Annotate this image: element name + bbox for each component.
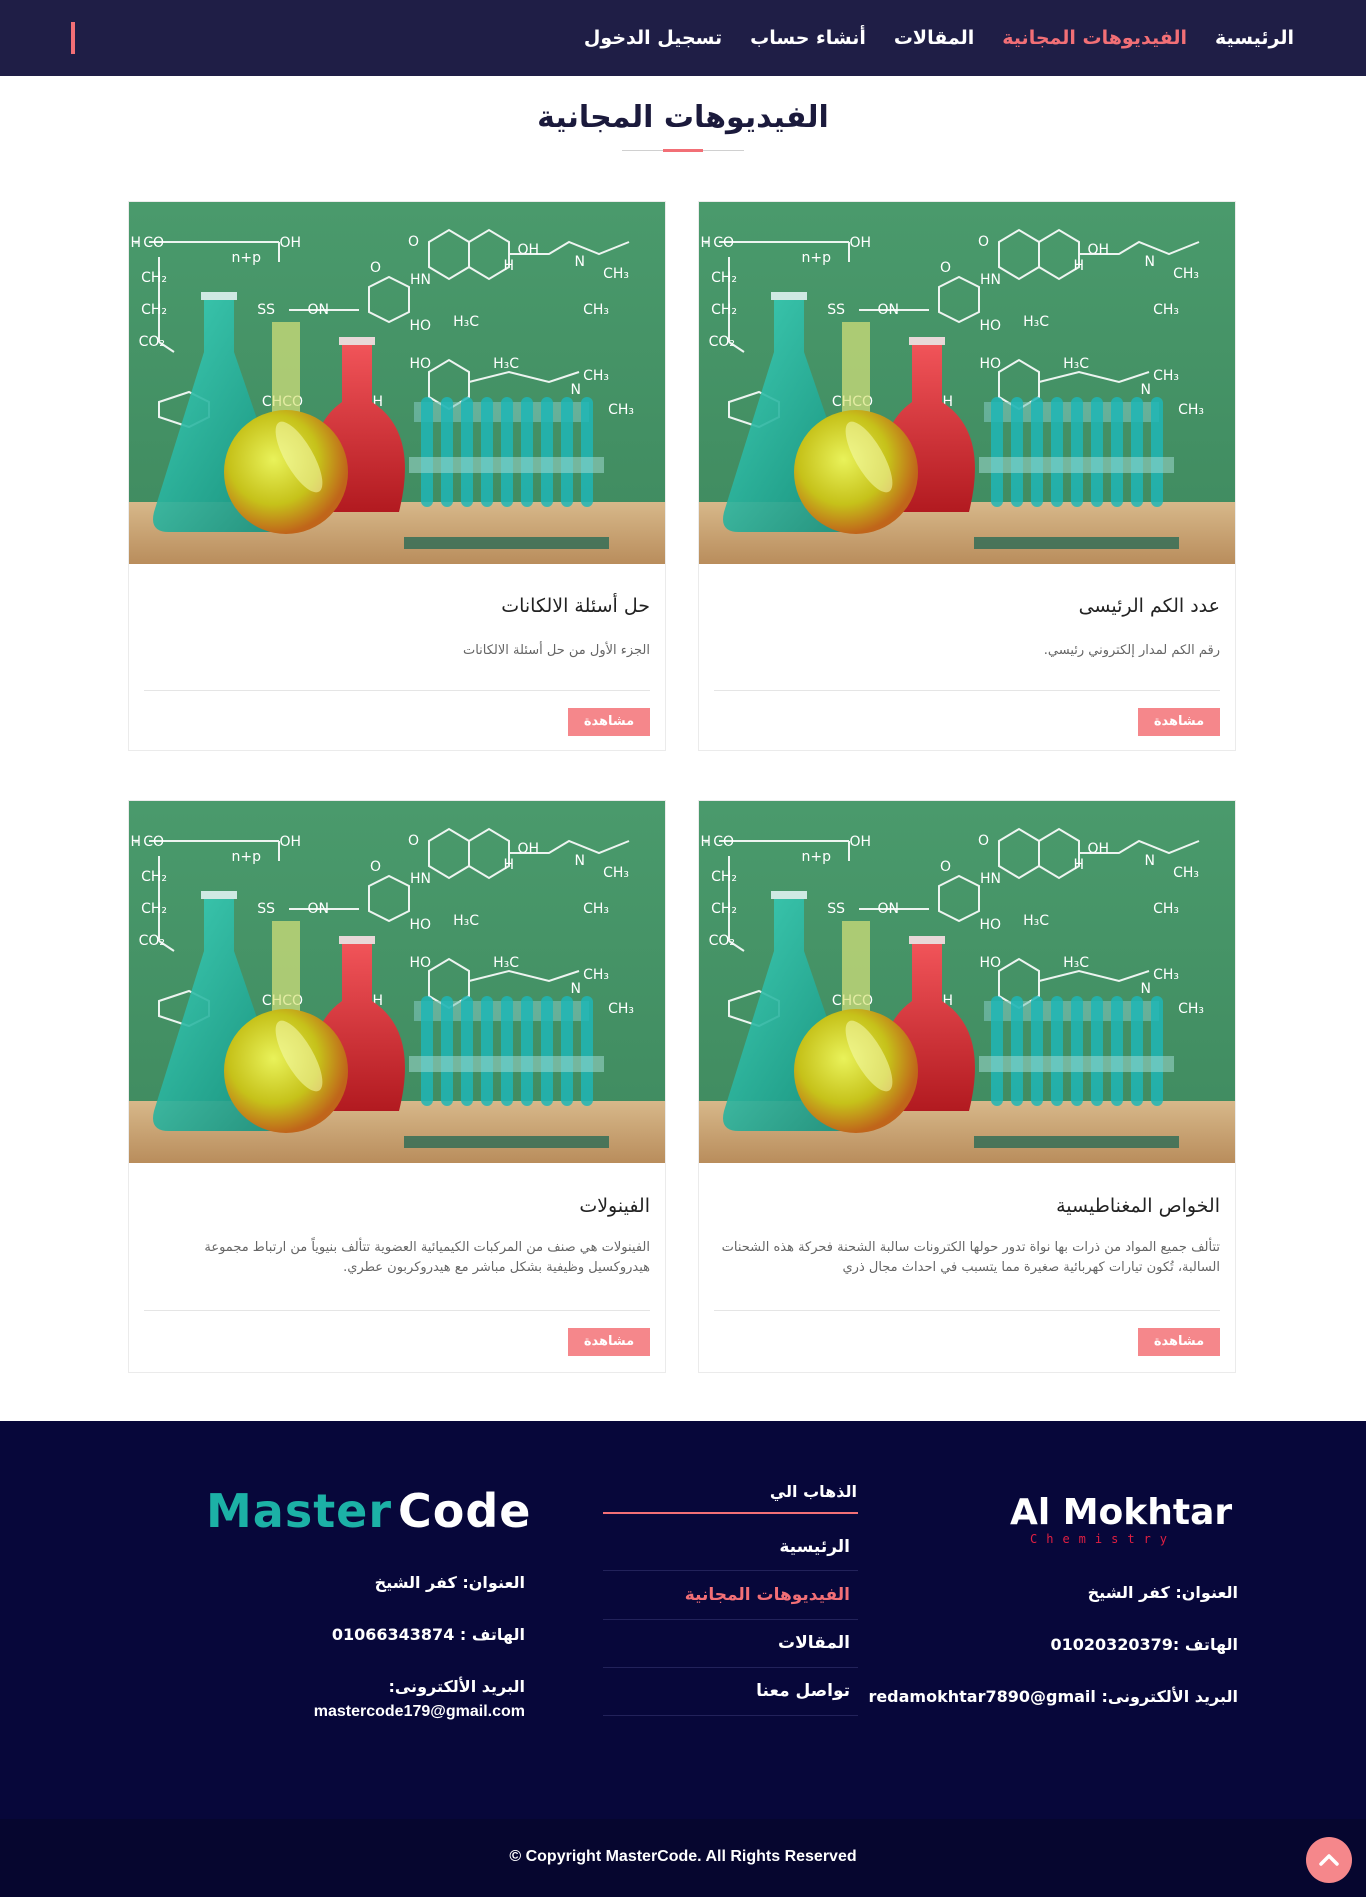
mastercode-logo-text-1: Master — [206, 1484, 393, 1538]
almokhtar-logo-subtext: Chemistry — [1030, 1532, 1177, 1546]
footer-link-home[interactable]: الرئيسية — [779, 1537, 850, 1557]
card-title: حل أسئلة الالكانات — [501, 595, 650, 617]
nav-link-home[interactable]: الرئيسية — [1215, 27, 1294, 49]
footer-link-divider — [603, 1619, 858, 1620]
watch-button[interactable]: مشاهدة — [1138, 708, 1220, 736]
top-navbar: الرئيسية الفيديوهات المجانية المقالات أن… — [0, 0, 1366, 76]
card-description: الجزء الأول من حل أسئلة الالكانات — [462, 643, 650, 658]
nav-link-free-videos[interactable]: الفيديوهات المجانية — [1002, 27, 1187, 49]
footer-link-divider — [603, 1570, 858, 1571]
almokhtar-phone: الهاتف :01020320379 — [1050, 1635, 1238, 1654]
footer-links-heading: الذهاب الي — [769, 1482, 857, 1501]
card-description: رقم الكم لمدار إلكتروني رئيسي. — [1043, 643, 1220, 658]
card-title: الفينولات — [579, 1195, 650, 1217]
card-title: عدد الكم الرئيسى — [1078, 595, 1220, 617]
almokhtar-logo-text: Al Mokhtar — [1010, 1492, 1233, 1533]
card-divider — [714, 690, 1220, 691]
footer-link-divider — [603, 1715, 858, 1716]
chevron-up-icon — [1319, 1854, 1339, 1866]
footer-link-free-videos[interactable]: الفيديوهات المجانية — [685, 1585, 850, 1605]
footer-link-contact[interactable]: تواصل معنا — [756, 1681, 850, 1701]
card-description: تتألف جميع المواد من ذرات بها نواة تدور … — [721, 1240, 1220, 1275]
card-divider — [144, 690, 650, 691]
video-card: الخواص المغناطيسية تتألف جميع المواد من … — [698, 800, 1236, 1373]
watch-button[interactable]: مشاهدة — [568, 1328, 650, 1356]
card-description: الفينولات هي صنف من المركبات الكيميائية … — [204, 1240, 650, 1275]
footer-heading-underline — [603, 1512, 858, 1514]
card-divider — [714, 1310, 1220, 1311]
mastercode-email-label: البريد الألكترونى: — [388, 1677, 525, 1696]
video-thumbnail[interactable] — [699, 202, 1235, 564]
mastercode-logo-text-2: Code — [398, 1484, 532, 1538]
nav-accent-bar — [71, 22, 75, 54]
video-thumbnail[interactable] — [129, 202, 665, 564]
footer-link-divider — [603, 1667, 858, 1668]
nav-link-articles[interactable]: المقالات — [894, 27, 974, 49]
video-thumbnail[interactable] — [129, 801, 665, 1163]
watch-button[interactable]: مشاهدة — [568, 708, 650, 736]
card-title: الخواص المغناطيسية — [1056, 1195, 1220, 1217]
mastercode-address: العنوان: كفر الشيخ — [374, 1573, 525, 1592]
video-card: عدد الكم الرئيسى رقم الكم لمدار إلكتروني… — [698, 201, 1236, 751]
footer-link-articles[interactable]: المقالات — [778, 1633, 850, 1653]
footer — [0, 1421, 1366, 1819]
video-thumbnail[interactable] — [699, 801, 1235, 1163]
watch-button[interactable]: مشاهدة — [1138, 1328, 1220, 1356]
title-underline-accent — [663, 149, 703, 152]
copyright-text: © Copyright MasterCode. All Rights Reser… — [509, 1848, 857, 1865]
nav-link-login[interactable]: تسجيل الدخول — [584, 27, 722, 49]
mastercode-phone: الهاتف : 01066343874 — [331, 1625, 525, 1644]
almokhtar-email: البريد الألكترونى: redamokhtar7890@gmail — [868, 1687, 1238, 1706]
video-card: حل أسئلة الالكانات الجزء الأول من حل أسئ… — [128, 201, 666, 751]
video-card: الفينولات الفينولات هي صنف من المركبات ا… — [128, 800, 666, 1373]
page-title: الفيديوهات المجانية — [537, 100, 829, 135]
card-divider — [144, 1310, 650, 1311]
scroll-to-top-button[interactable] — [1306, 1837, 1352, 1883]
nav-links: الرئيسية الفيديوهات المجانية المقالات أن… — [584, 0, 1294, 76]
mastercode-email: mastercode179@gmail.com — [313, 1703, 525, 1720]
nav-link-register[interactable]: أنشاء حساب — [750, 27, 866, 49]
almokhtar-address: العنوان: كفر الشيخ — [1087, 1583, 1238, 1602]
